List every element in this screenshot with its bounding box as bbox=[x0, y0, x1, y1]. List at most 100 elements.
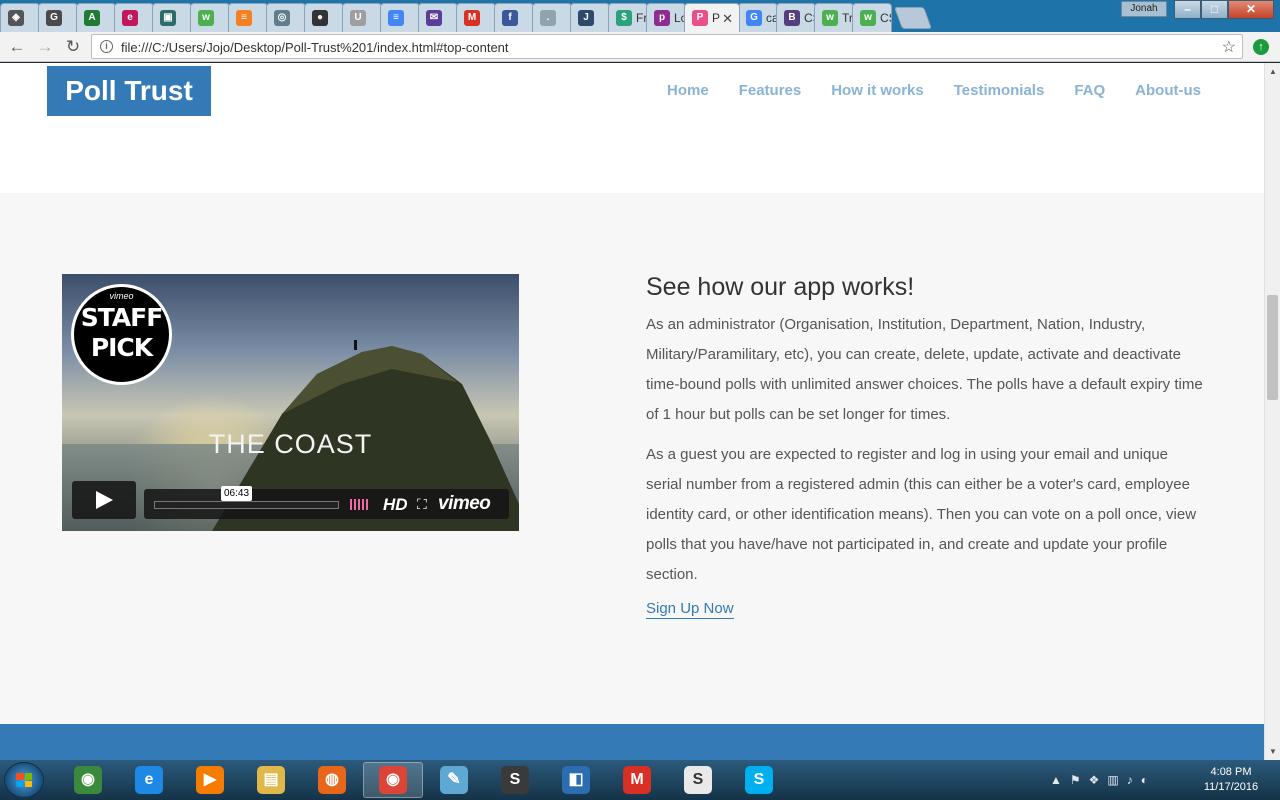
taskbar-gmail[interactable]: M bbox=[607, 762, 667, 798]
nav-link-features[interactable]: Features bbox=[739, 82, 802, 99]
browser-tab[interactable]: G bbox=[38, 3, 78, 32]
browser-tab[interactable]: f bbox=[494, 3, 534, 32]
google-docs-icon: ≡ bbox=[388, 10, 404, 26]
browser-tab[interactable]: Gcarc bbox=[738, 3, 778, 32]
bookmark-star-icon[interactable]: ☆ bbox=[1222, 37, 1236, 57]
browser-tab[interactable]: ≡ bbox=[380, 3, 420, 32]
browser-tab[interactable]: e bbox=[114, 3, 154, 32]
nav-link-about-us[interactable]: About-us bbox=[1135, 82, 1201, 99]
video-progress-bar[interactable] bbox=[154, 501, 339, 509]
reload-button[interactable]: ↻ bbox=[62, 36, 84, 58]
browser-tab[interactable]: ≡ bbox=[228, 3, 268, 32]
address-url[interactable]: file:///C:/Users/Jojo/Desktop/Poll-Trust… bbox=[121, 40, 509, 55]
folder-icon: ▤ bbox=[257, 766, 285, 794]
browser-tab[interactable]: $Fror bbox=[608, 3, 648, 32]
video-controls: 06:43 HD ⛶ vimeo bbox=[72, 481, 509, 521]
forward-button[interactable]: → bbox=[34, 36, 56, 58]
weather-icon[interactable]: ◐ bbox=[1141, 773, 1148, 787]
page-viewport: Poll Trust Home Features How it works Testi… bbox=[0, 63, 1264, 760]
scroll-thumb[interactable] bbox=[1267, 295, 1278, 400]
profile-button[interactable]: Jonah bbox=[1121, 1, 1167, 17]
browser-tab[interactable]: ● bbox=[304, 3, 344, 32]
video-player[interactable]: vimeo STAFF PICK THE COAST 06:43 HD ⛶ vi… bbox=[62, 274, 519, 531]
fullscreen-icon[interactable]: ⛶ bbox=[417, 496, 427, 513]
info-icon[interactable]: i bbox=[100, 40, 113, 53]
tab-title: CSS bbox=[880, 11, 891, 25]
flag-alert-icon[interactable]: ⚑ bbox=[1070, 773, 1081, 787]
how-it-works-section: vimeo STAFF PICK THE COAST 06:43 HD ⛶ vi… bbox=[0, 193, 1264, 724]
badge-pick-label: PICK bbox=[90, 333, 153, 362]
browser-tab[interactable]: w CSS bbox=[852, 3, 892, 32]
address-bar[interactable]: i file:///C:/Users/Jojo/Desktop/Poll-Tru… bbox=[91, 34, 1243, 59]
scroll-up-icon[interactable]: ▲ bbox=[1269, 67, 1277, 76]
browser-tab[interactable]: M bbox=[456, 3, 496, 32]
system-clock[interactable]: 4:08 PM 11/17/2016 bbox=[1196, 765, 1266, 795]
taskbar-media-player[interactable]: ▶ bbox=[180, 762, 240, 798]
scroll-down-icon[interactable]: ▼ bbox=[1269, 747, 1277, 756]
mail-icon: ✉ bbox=[426, 10, 442, 26]
nav-link-testimonials[interactable]: Testimonials bbox=[954, 82, 1045, 99]
sign-up-link[interactable]: Sign Up Now bbox=[646, 600, 734, 619]
taskbar-visual-studio[interactable]: ◧ bbox=[546, 762, 606, 798]
maximize-button[interactable]: □ bbox=[1201, 0, 1228, 19]
taskbar-internet-explorer[interactable]: e bbox=[119, 762, 179, 798]
browser-tab[interactable]: J bbox=[570, 3, 610, 32]
taskbar-sublime-text[interactable]: S bbox=[485, 762, 545, 798]
windows-logo-icon bbox=[16, 773, 32, 787]
nav-link-faq[interactable]: FAQ bbox=[1074, 82, 1105, 99]
browser-tab[interactable]: w bbox=[190, 3, 230, 32]
taskbar-chrome[interactable]: ◉ bbox=[363, 762, 423, 798]
taskbar-windows-explorer[interactable]: ◉ bbox=[58, 762, 118, 798]
stackoverflow-icon: ≡ bbox=[236, 10, 252, 26]
extension-icon[interactable]: ↑ bbox=[1253, 39, 1269, 55]
taskbar-slack[interactable]: S bbox=[668, 762, 728, 798]
network-icon[interactable]: ▥ bbox=[1107, 773, 1118, 787]
slack-icon: S bbox=[684, 766, 712, 794]
taskbar-skype[interactable]: S bbox=[729, 762, 789, 798]
codepen-icon: ◈ bbox=[8, 10, 24, 26]
new-tab-button[interactable] bbox=[893, 7, 933, 29]
hd-button[interactable]: HD bbox=[383, 495, 408, 515]
page-scrollbar[interactable]: ▲ ▼ bbox=[1264, 63, 1280, 760]
volume-tray-icon[interactable]: ♪ bbox=[1127, 773, 1133, 787]
browser-tab[interactable]: ◈ bbox=[0, 3, 40, 32]
browser-tab[interactable]: wTryi bbox=[814, 3, 854, 32]
start-button[interactable] bbox=[4, 762, 44, 798]
nav-link-how-it-works[interactable]: How it works bbox=[831, 82, 924, 99]
nav-link-home[interactable]: Home bbox=[667, 82, 709, 99]
taskbar-firefox[interactable]: ◍ bbox=[302, 762, 362, 798]
dropbox-icon[interactable]: ❖ bbox=[1089, 773, 1100, 787]
google-icon: G bbox=[746, 10, 762, 26]
gmail-icon: M bbox=[464, 10, 480, 26]
browser-tab[interactable]: P P ✕ bbox=[684, 3, 740, 32]
browser-tab[interactable]: BCSS bbox=[776, 3, 816, 32]
clock-time: 4:08 PM bbox=[1210, 766, 1252, 778]
volume-icon[interactable] bbox=[350, 499, 368, 510]
play-button[interactable] bbox=[72, 481, 136, 519]
close-window-button[interactable]: ✕ bbox=[1228, 0, 1274, 19]
back-button[interactable]: ← bbox=[6, 36, 28, 58]
dot-icon: . bbox=[540, 10, 556, 26]
browser-tab[interactable]: U bbox=[342, 3, 382, 32]
main-nav: Home Features How it works Testimonials FAQ A… bbox=[667, 82, 1201, 99]
w3schools-icon: w bbox=[198, 10, 214, 26]
browser-tab[interactable]: . bbox=[532, 3, 572, 32]
browser-tab[interactable]: ✉ bbox=[418, 3, 458, 32]
browser-tab[interactable]: A bbox=[76, 3, 116, 32]
windows-taskbar: ◉ e ▶ ▤ ◍ ◉ ✎ S ◧ M S S ▲ ⚑ ❖ ▥ ♪ ◐ 4:08 PM 11/17/2… bbox=[0, 760, 1280, 800]
tab-close-icon[interactable]: ✕ bbox=[722, 11, 733, 27]
window-controls: – □ ✕ bbox=[1174, 0, 1274, 19]
site-logo[interactable]: Poll Trust bbox=[47, 66, 211, 116]
browser-tab[interactable]: ▣ bbox=[152, 3, 192, 32]
tray-expand-icon[interactable]: ▲ bbox=[1050, 773, 1062, 787]
tab-title: P bbox=[712, 11, 721, 25]
browser-tab[interactable]: pLogi bbox=[646, 3, 686, 32]
vimeo-logo[interactable]: vimeo bbox=[438, 493, 491, 515]
video-title: THE COAST bbox=[208, 429, 373, 459]
taskbar-file-explorer[interactable]: ▤ bbox=[241, 762, 301, 798]
browser-tab[interactable]: ◎ bbox=[266, 3, 306, 32]
w3schools-icon: w bbox=[822, 10, 838, 26]
minimize-button[interactable]: – bbox=[1174, 0, 1201, 19]
system-tray: ▲ ⚑ ❖ ▥ ♪ ◐ bbox=[1050, 760, 1148, 800]
taskbar-notepad[interactable]: ✎ bbox=[424, 762, 484, 798]
